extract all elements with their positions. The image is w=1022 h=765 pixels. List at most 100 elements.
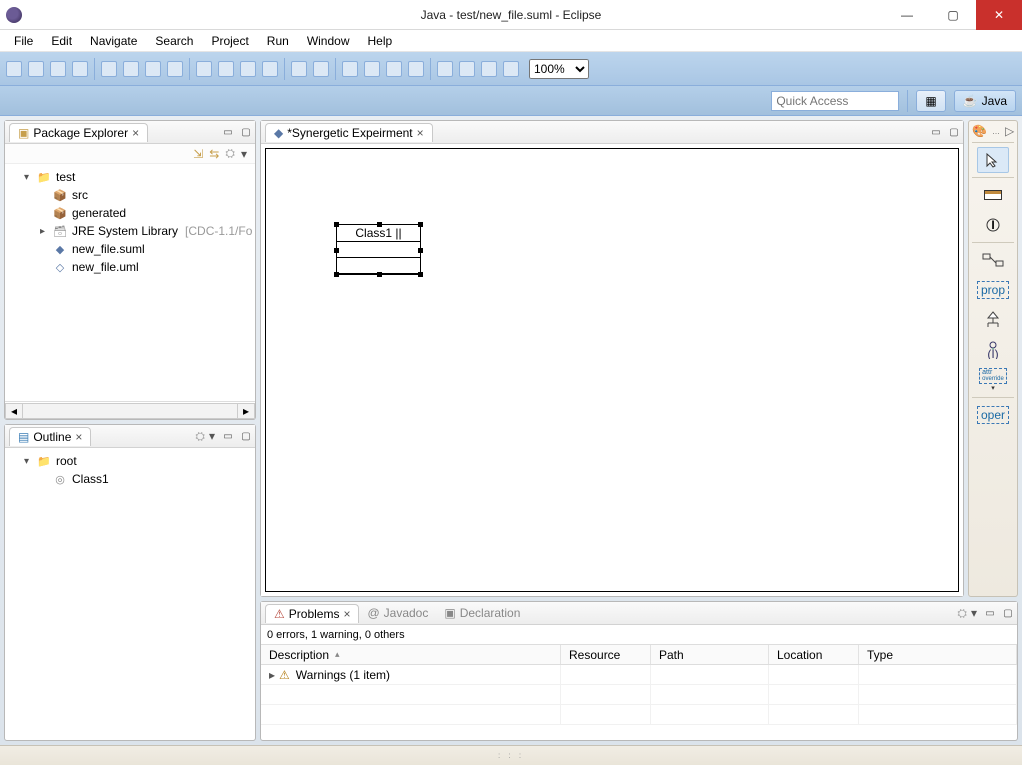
col-type[interactable]: Type xyxy=(859,645,1017,664)
outline-tree[interactable]: ▾ 📁 root ◎ Class1 xyxy=(5,448,255,740)
tree-src[interactable]: 📦 src xyxy=(9,186,253,204)
resize-handle[interactable] xyxy=(334,248,339,253)
diagram-canvas[interactable]: Class1 || xyxy=(261,144,963,596)
menu-run[interactable]: Run xyxy=(259,32,297,50)
collapse-all-icon[interactable]: ⇲ xyxy=(193,147,203,161)
expand-icon[interactable]: ▸ xyxy=(37,226,48,237)
col-location[interactable]: Location xyxy=(769,645,859,664)
tab-outline[interactable]: ▤ Outline × xyxy=(9,427,91,446)
tree-generated[interactable]: 📦 generated xyxy=(9,204,253,222)
resize-handle[interactable] xyxy=(418,248,423,253)
expand-icon[interactable]: ▸ xyxy=(269,668,275,682)
resize-handle[interactable] xyxy=(418,272,423,277)
new-package-icon[interactable] xyxy=(196,61,212,77)
minimize-view-icon[interactable]: ▭ xyxy=(221,125,235,139)
col-description[interactable]: Description▴ xyxy=(261,645,561,664)
align-right-icon[interactable] xyxy=(386,61,402,77)
dropdown-icon[interactable]: ▾ xyxy=(991,384,995,392)
menu-file[interactable]: File xyxy=(6,32,41,50)
run-icon[interactable] xyxy=(123,61,139,77)
col-resource[interactable]: Resource xyxy=(561,645,651,664)
print-icon[interactable] xyxy=(72,61,88,77)
palette-paint-icon[interactable]: 🎨 xyxy=(972,124,987,138)
menu-help[interactable]: Help xyxy=(360,32,401,50)
resize-handle[interactable] xyxy=(334,222,339,227)
minimize-view-icon[interactable]: ▭ xyxy=(221,429,235,443)
maximize-view-icon[interactable]: ▢ xyxy=(947,125,961,139)
palette-oper-tool[interactable]: oper xyxy=(977,402,1009,428)
resize-handle[interactable] xyxy=(377,222,382,227)
palette-menu-icon[interactable]: … xyxy=(992,127,1000,136)
uml-class-node[interactable]: Class1 || xyxy=(336,224,421,275)
class-attr-compartment[interactable] xyxy=(337,242,420,258)
tree-file-suml[interactable]: ◆ new_file.suml xyxy=(9,240,253,258)
view-menu-icon[interactable]: ▾ xyxy=(209,429,215,443)
grid-icon[interactable] xyxy=(481,61,497,77)
view-menu-icon[interactable]: ▾ xyxy=(971,606,977,620)
view-tool-icon[interactable]: ⛭ xyxy=(957,606,967,621)
outline-root[interactable]: ▾ 📁 root xyxy=(9,452,253,470)
expand-icon[interactable]: ▾ xyxy=(21,456,32,467)
palette-class-tool[interactable] xyxy=(977,182,1009,208)
maximize-view-icon[interactable]: ▢ xyxy=(239,429,253,443)
run-last-icon[interactable] xyxy=(145,61,161,77)
tab-problems[interactable]: ⚠ Problems × xyxy=(265,604,359,623)
maximize-view-icon[interactable]: ▢ xyxy=(1001,606,1015,620)
horizontal-scrollbar[interactable]: ◂ ▸ xyxy=(5,401,255,419)
tree-project[interactable]: ▾ 📁 test xyxy=(9,168,253,186)
minimize-view-icon[interactable]: ▭ xyxy=(929,125,943,139)
view-menu-icon[interactable]: ▾ xyxy=(241,147,247,161)
delete-icon[interactable] xyxy=(459,61,475,77)
layout-icon[interactable] xyxy=(408,61,424,77)
palette-realize-tool[interactable]: (I) xyxy=(977,337,1009,363)
scroll-left-icon[interactable]: ◂ xyxy=(5,403,23,419)
filter-icon[interactable]: ⛭ xyxy=(225,146,235,161)
debug-icon[interactable] xyxy=(101,61,117,77)
search-icon[interactable] xyxy=(262,61,278,77)
close-tab-icon[interactable]: × xyxy=(132,126,139,140)
palette-interface-tool[interactable]: I xyxy=(977,212,1009,238)
perspective-java[interactable]: ☕ Java xyxy=(954,90,1016,112)
resize-handle[interactable] xyxy=(334,272,339,277)
tree-jre[interactable]: ▸🗃 JRE System Library [CDC-1.1/Fo xyxy=(9,222,253,240)
expand-icon[interactable]: ▾ xyxy=(21,172,32,183)
new-class-icon[interactable] xyxy=(218,61,234,77)
close-tab-icon[interactable]: × xyxy=(75,430,82,444)
palette-expand-icon[interactable]: ▷ xyxy=(1005,124,1014,138)
coverage-icon[interactable] xyxy=(167,61,183,77)
save-icon[interactable] xyxy=(28,61,44,77)
menu-edit[interactable]: Edit xyxy=(43,32,80,50)
menu-project[interactable]: Project xyxy=(203,32,256,50)
link-editor-icon[interactable]: ⇆ xyxy=(209,147,219,161)
tab-declaration[interactable]: ▣Declaration xyxy=(436,606,528,620)
palette-select-tool[interactable] xyxy=(977,147,1009,173)
palette-inherit-tool[interactable] xyxy=(977,307,1009,333)
maximize-view-icon[interactable]: ▢ xyxy=(239,125,253,139)
col-path[interactable]: Path xyxy=(651,645,769,664)
forward-icon[interactable] xyxy=(313,61,329,77)
save-all-icon[interactable] xyxy=(50,61,66,77)
close-tab-icon[interactable]: × xyxy=(343,607,350,621)
minimize-view-icon[interactable]: ▭ xyxy=(983,606,997,620)
open-perspective-button[interactable]: ▦ xyxy=(916,90,945,112)
palette-attr-tool[interactable]: attr override ▾ xyxy=(977,367,1009,393)
outline-class[interactable]: ◎ Class1 xyxy=(9,470,253,488)
tree-file-uml[interactable]: ◇ new_file.uml xyxy=(9,258,253,276)
package-explorer-tree[interactable]: ▾ 📁 test 📦 src 📦 generated ▸🗃 JRE System… xyxy=(5,164,255,401)
palette-association-tool[interactable] xyxy=(977,247,1009,273)
snap-icon[interactable] xyxy=(503,61,519,77)
menu-search[interactable]: Search xyxy=(147,32,201,50)
resize-handle[interactable] xyxy=(418,222,423,227)
outline-tool-icon[interactable]: ⛭ xyxy=(195,429,205,444)
quick-access-input[interactable] xyxy=(771,91,899,111)
menu-navigate[interactable]: Navigate xyxy=(82,32,145,50)
menu-window[interactable]: Window xyxy=(299,32,358,50)
align-center-icon[interactable] xyxy=(364,61,380,77)
table-row[interactable]: ▸ ⚠ Warnings (1 item) xyxy=(261,665,1017,685)
back-icon[interactable] xyxy=(291,61,307,77)
resize-handle[interactable] xyxy=(377,272,382,277)
tab-editor[interactable]: ◆ *Synergetic Expeirment × xyxy=(265,123,433,142)
palette-prop-tool[interactable]: prop xyxy=(977,277,1009,303)
align-left-icon[interactable] xyxy=(342,61,358,77)
close-tab-icon[interactable]: × xyxy=(417,126,424,140)
